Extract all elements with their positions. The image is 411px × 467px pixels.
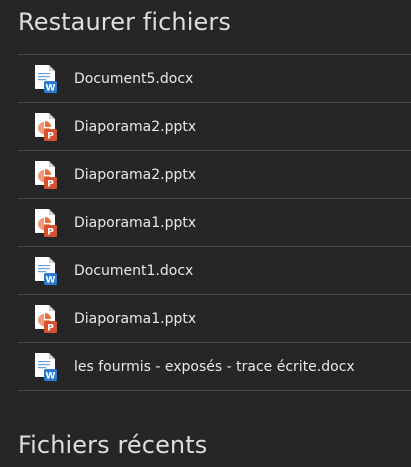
svg-text:P: P — [47, 179, 54, 189]
file-name: Diaporama2.pptx — [74, 166, 197, 183]
file-name: Diaporama1.pptx — [74, 310, 197, 327]
powerpoint-presentation-icon: P — [35, 208, 57, 237]
file-name: Diaporama1.pptx — [74, 214, 197, 231]
file-name: Document1.docx — [74, 262, 194, 279]
file-row-diaporama1[interactable]: P Diaporama1.pptx — [18, 295, 411, 343]
svg-text:P: P — [47, 323, 54, 333]
restore-files-heading: Restaurer fichiers — [18, 8, 231, 36]
file-name: Document5.docx — [74, 70, 194, 87]
svg-text:P: P — [47, 131, 54, 141]
svg-text:P: P — [47, 227, 54, 237]
file-name: les fourmis - exposés - trace écrite.doc… — [74, 358, 355, 375]
recent-files-heading: Fichiers récents — [18, 431, 208, 459]
file-name: Diaporama2.pptx — [74, 118, 197, 135]
file-row-les-fourmis[interactable]: W les fourmis - exposés - trace écrite.d… — [18, 343, 411, 391]
word-document-icon: W — [35, 352, 57, 381]
powerpoint-presentation-icon: P — [35, 112, 57, 141]
powerpoint-presentation-icon: P — [35, 160, 57, 189]
svg-text:W: W — [46, 371, 56, 381]
powerpoint-presentation-icon: P — [35, 304, 57, 333]
file-row-document5[interactable]: W Document5.docx — [18, 55, 411, 103]
svg-text:W: W — [46, 275, 56, 285]
svg-text:W: W — [46, 83, 56, 93]
file-row-diaporama2[interactable]: P Diaporama2.pptx — [18, 151, 411, 199]
word-document-icon: W — [35, 256, 57, 285]
file-row-diaporama2[interactable]: P Diaporama2.pptx — [18, 103, 411, 151]
restore-files-list: W Document5.docx P Diaporama2.pptx P Dia… — [18, 54, 411, 391]
file-row-diaporama1[interactable]: P Diaporama1.pptx — [18, 199, 411, 247]
word-document-icon: W — [35, 64, 57, 93]
file-row-document1[interactable]: W Document1.docx — [18, 247, 411, 295]
